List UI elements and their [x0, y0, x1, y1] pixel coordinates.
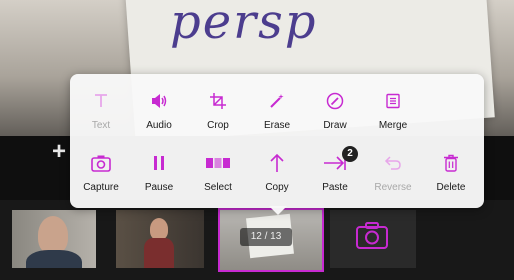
frame-counter: 12 / 13 [240, 228, 292, 246]
camera-icon [356, 222, 388, 249]
menu-label: Select [204, 182, 232, 193]
paste-count-badge: 2 [342, 146, 358, 162]
add-button[interactable]: + [52, 140, 66, 164]
undo-arrow-icon [363, 152, 423, 174]
menu-item-copy[interactable]: Copy [247, 152, 307, 193]
menu-label: Crop [207, 120, 229, 131]
menu-label: Pause [144, 182, 174, 193]
frame-thumbnail-1[interactable] [12, 210, 96, 268]
menu-label: Merge [378, 120, 408, 131]
menu-item-merge[interactable]: Merge [363, 90, 423, 131]
menu-item-audio[interactable]: Audio [129, 90, 189, 131]
menu-item-crop[interactable]: Crop [188, 90, 248, 131]
popup-caret [269, 206, 287, 215]
pencil-circle-icon [305, 90, 365, 112]
menu-item-text[interactable]: Text [71, 90, 131, 131]
menu-item-erase[interactable]: Erase [247, 90, 307, 131]
menu-item-capture[interactable]: Capture [71, 152, 131, 193]
magic-wand-icon [247, 90, 307, 112]
crop-icon [188, 90, 248, 112]
select-frames-icon [188, 152, 248, 174]
menu-label: Draw [323, 120, 347, 131]
handwritten-text: persp [170, 0, 318, 50]
trash-icon [421, 152, 481, 174]
arrow-up-icon [247, 152, 307, 174]
speaker-icon [129, 90, 189, 112]
menu-item-select[interactable]: Select [188, 152, 248, 193]
menu-label: Audio [146, 120, 172, 131]
menu-item-pause[interactable]: Pause [129, 152, 189, 193]
menu-label: Text [91, 120, 111, 131]
menu-label: Paste [322, 182, 348, 193]
menu-item-draw[interactable]: Draw [305, 90, 365, 131]
frame-thumbnail-2[interactable] [116, 210, 204, 268]
menu-label: Copy [265, 182, 289, 193]
menu-item-reverse[interactable]: Reverse [363, 152, 423, 193]
pause-icon [129, 152, 189, 174]
menu-label: Capture [83, 182, 119, 193]
menu-item-delete[interactable]: Delete [421, 152, 481, 193]
merge-doc-icon [363, 90, 423, 112]
menu-label: Delete [436, 182, 466, 193]
text-icon [71, 90, 131, 112]
menu-label: Erase [263, 120, 291, 131]
camera-icon [71, 152, 131, 174]
menu-label: Reverse [374, 182, 412, 193]
